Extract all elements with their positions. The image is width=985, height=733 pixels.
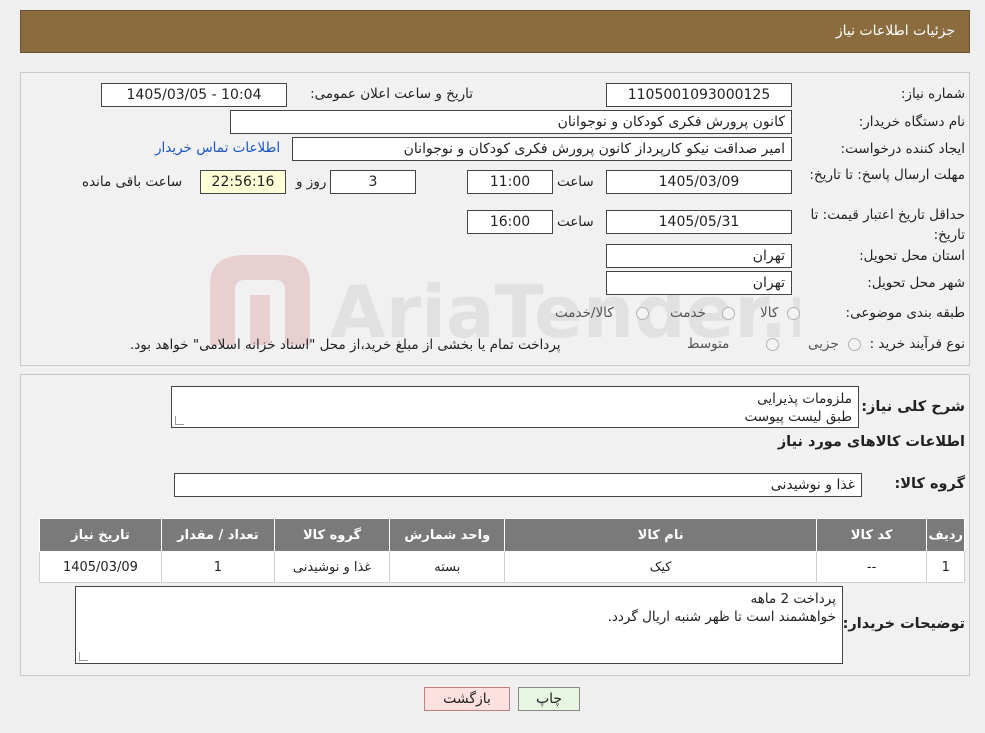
category-radio-service[interactable]	[722, 307, 735, 320]
time-remaining-field: 22:56:16	[200, 170, 286, 194]
table-row: 1 -- کیک بسته غذا و نوشیدنی 1 1405/03/09	[39, 551, 965, 583]
buyer-notes-line-2: خواهشمند است تا ظهر شنبه اریال گردد.	[607, 609, 836, 625]
process-radio-partial[interactable]	[848, 338, 861, 351]
days-remaining-field: 3	[330, 170, 416, 194]
buyer-notes-textarea[interactable]: پرداخت 2 ماهه خواهشمند است تا ظهر شنبه ا…	[75, 586, 843, 664]
buyer-org-field: کانون پرورش فکری کودکان و نوجوانان	[230, 110, 792, 134]
cell-unit: بسته	[389, 551, 506, 583]
cell-name: کیک	[504, 551, 817, 583]
summary-textarea[interactable]: ملزومات پذیرایی طبق لیست پیوست	[171, 386, 859, 428]
page-header: جزئیات اطلاعات نیاز	[20, 10, 970, 53]
category-option-goods: کالا	[760, 305, 779, 321]
col-header-date: تاریخ نیاز	[39, 518, 162, 552]
print-button[interactable]: چاپ	[518, 687, 580, 711]
goods-info-title: اطلاعات کالاهای مورد نیاز	[777, 434, 965, 450]
price-validity-time-field: 16:00	[467, 210, 553, 234]
cell-code: --	[815, 551, 928, 583]
summary-line-2: طبق لیست پیوست	[744, 409, 852, 425]
col-header-code: کد کالا	[815, 518, 928, 552]
goods-group-field: غذا و نوشیدنی	[174, 473, 862, 497]
time-remaining-label: ساعت باقی مانده	[82, 174, 183, 190]
buyer-contact-link[interactable]: اطلاعات تماس خریدار	[155, 140, 280, 156]
resize-grip-icon[interactable]	[79, 652, 88, 661]
category-radio-goods[interactable]	[787, 307, 800, 320]
price-validity-time-label: ساعت	[557, 214, 594, 230]
goods-table: ردیف کد کالا نام کالا واحد شمارش گروه کا…	[39, 518, 965, 583]
col-header-name: نام کالا	[504, 518, 817, 552]
col-header-unit: واحد شمارش	[389, 518, 506, 552]
price-validity-date-field: 1405/05/31	[606, 210, 792, 234]
process-type-label: نوع فرآیند خرید :	[869, 336, 965, 352]
need-number-field: 1105001093000125	[606, 83, 792, 107]
cell-row: 1	[926, 551, 965, 583]
process-option-partial: جزیی	[808, 336, 839, 352]
reply-time-label: ساعت	[557, 174, 594, 190]
buyer-notes-label: توضیحات خریدار:	[842, 616, 965, 632]
process-radio-medium[interactable]	[766, 338, 779, 351]
province-field: تهران	[606, 244, 792, 268]
creator-field: امیر صداقت نیکو کارپرداز کانون پرورش فکر…	[292, 137, 792, 161]
cell-date: 1405/03/09	[39, 551, 162, 583]
city-field: تهران	[606, 271, 792, 295]
creator-label: ایجاد کننده درخواست:	[840, 141, 965, 157]
resize-grip-icon[interactable]	[175, 416, 184, 425]
cell-qty: 1	[160, 551, 275, 583]
category-option-service: خدمت	[670, 305, 706, 321]
category-radio-goods-service[interactable]	[636, 307, 649, 320]
category-option-goods-service: کالا/خدمت	[555, 305, 614, 321]
cell-group: غذا و نوشیدنی	[273, 551, 391, 583]
process-option-medium: متوسط	[687, 336, 730, 352]
buyer-org-label: نام دستگاه خریدار:	[858, 114, 965, 130]
goods-group-label: گروه کالا:	[894, 476, 965, 492]
announce-label: تاریخ و ساعت اعلان عمومی:	[310, 86, 473, 102]
reply-time-field: 11:00	[467, 170, 553, 194]
city-label: شهر محل تحویل:	[867, 275, 965, 291]
category-label: طبقه بندی موضوعی:	[845, 305, 965, 321]
reply-deadline-label: مهلت ارسال پاسخ: تا تاریخ:	[809, 167, 965, 183]
announce-datetime-field: 1405/03/05 - 10:04	[101, 83, 287, 107]
need-number-label: شماره نیاز:	[900, 86, 965, 102]
buyer-notes-line-1: پرداخت 2 ماهه	[750, 591, 836, 607]
page-title: جزئیات اطلاعات نیاز	[835, 23, 955, 39]
process-note: پرداخت تمام یا بخشی از مبلغ خرید،از محل …	[130, 337, 561, 353]
col-header-row: ردیف	[926, 518, 965, 552]
summary-label: شرح کلی نیاز:	[861, 399, 965, 415]
col-header-qty: تعداد / مقدار	[160, 518, 275, 552]
col-header-group: گروه کالا	[273, 518, 391, 552]
price-validity-label: حداقل تاریخ اعتبار قیمت: تا تاریخ:	[810, 207, 965, 243]
summary-line-1: ملزومات پذیرایی	[757, 391, 852, 407]
reply-date-field: 1405/03/09	[606, 170, 792, 194]
province-label: استان محل تحویل:	[859, 248, 965, 264]
days-label: روز و	[296, 174, 327, 190]
back-button[interactable]: بازگشت	[424, 687, 510, 711]
